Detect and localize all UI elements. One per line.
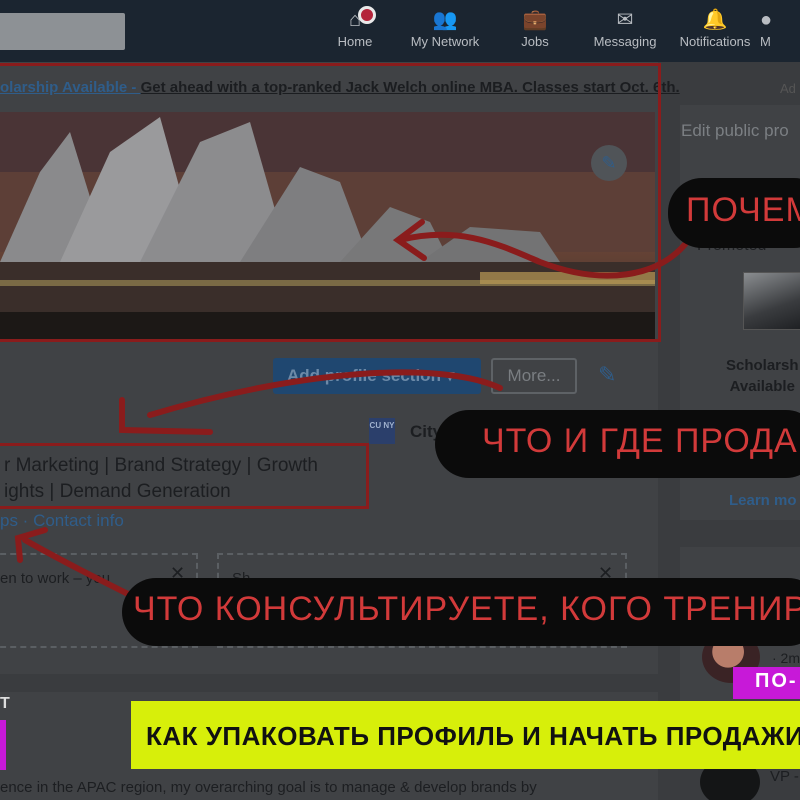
- series-tag-text: ПО-: [755, 670, 798, 692]
- nav-notifications[interactable]: 🔔 Notifications: [670, 6, 760, 49]
- nav-notifications-label: Notifications: [679, 34, 751, 49]
- nav-me[interactable]: ● M: [760, 6, 800, 49]
- connections-link[interactable]: ps ·: [0, 511, 33, 530]
- headline-highlight: [0, 443, 369, 509]
- briefcase-icon: 💼: [522, 9, 548, 31]
- promoted-title-line-1: Scholarsh: [726, 357, 799, 374]
- contact-row: ps · Contact info: [0, 511, 124, 531]
- nav-jobs-label: Jobs: [521, 34, 549, 49]
- annotation-consult: ЧТО КОНСУЛЬТИРУЕТЕ, КОГО ТРЕНИРУ: [133, 590, 800, 628]
- add-profile-section-label: Add profile section: [287, 366, 441, 385]
- nav-messaging[interactable]: ✉ Messaging: [580, 6, 670, 49]
- nav-messaging-label: Messaging: [593, 34, 657, 49]
- promoted-title-line-2: Available: [729, 378, 795, 395]
- feed-snippet: VP -: [770, 768, 799, 785]
- promoted-photo: [743, 272, 800, 330]
- promoted-title[interactable]: Scholarsh Available: [726, 355, 799, 397]
- open-to-work-text: en to work – you: [0, 570, 111, 587]
- pencil-icon: ✎: [598, 362, 617, 387]
- edit-public-profile-link[interactable]: Edit public pro: [681, 121, 789, 141]
- top-nav: ⌂ Home 👥 My Network 💼 Jobs ✉ Messaging 🔔…: [0, 0, 800, 62]
- chevron-down-icon: ▾: [445, 366, 455, 385]
- about-text: ence in the APAC region, my overarching …: [0, 779, 537, 796]
- bell-icon: 🔔: [702, 9, 728, 31]
- add-profile-section-button[interactable]: Add profile section ▾: [273, 358, 481, 394]
- side-accent: [0, 720, 6, 770]
- ad-tag: Ad: [780, 81, 796, 96]
- messaging-icon: ✉: [616, 9, 634, 31]
- education-logo: CU NY: [369, 418, 395, 444]
- edit-intro-button[interactable]: ✎: [598, 362, 616, 388]
- search-input[interactable]: [0, 13, 125, 50]
- title-banner-text: КАК УПАКОВАТЬ ПРОФИЛЬ И НАЧАТЬ ПРОДАЖИ: [146, 721, 800, 751]
- annotation-what-where: ЧТО И ГДЕ ПРОДАВ: [482, 422, 800, 460]
- nav-me-label: M: [760, 34, 771, 49]
- home-icon: ⌂: [348, 9, 362, 31]
- nav-jobs[interactable]: 💼 Jobs: [490, 6, 580, 49]
- nav-home[interactable]: ⌂ Home: [310, 6, 400, 49]
- ad-and-cover-highlight: [0, 63, 661, 342]
- nav-my-network[interactable]: 👥 My Network: [400, 6, 490, 49]
- learn-more-link[interactable]: Learn mo: [729, 492, 797, 509]
- nav-home-label: Home: [337, 34, 373, 49]
- timestamp: · 2m: [772, 650, 800, 666]
- me-icon: ●: [760, 9, 773, 31]
- contact-info-link[interactable]: Contact info: [33, 511, 124, 530]
- notification-dot: [358, 6, 376, 24]
- nav-my-network-label: My Network: [410, 34, 480, 49]
- network-icon: 👥: [432, 9, 458, 31]
- more-button[interactable]: More...: [491, 358, 577, 394]
- about-title: T: [0, 695, 10, 712]
- annotation-why: ПОЧЕМ: [686, 191, 800, 229]
